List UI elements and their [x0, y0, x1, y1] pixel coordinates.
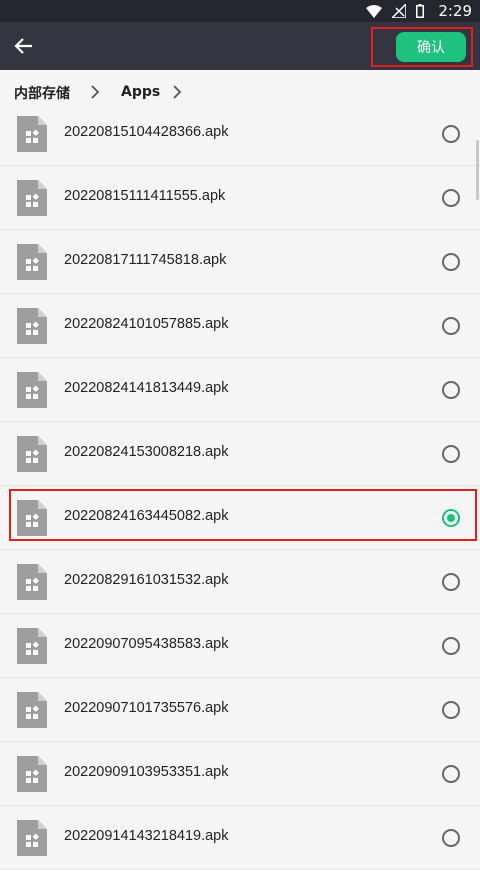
file-row[interactable]: 20220824101057885.apk [0, 294, 480, 358]
file-row[interactable]: 20220914143218419.apk [0, 806, 480, 870]
file-name: 20220914143218419.apk [64, 828, 229, 844]
select-radio[interactable] [442, 381, 460, 399]
selected-row-highlight-box [9, 489, 477, 541]
file-name: 20220829161031532.apk [64, 572, 229, 588]
apk-file-icon [17, 820, 47, 856]
select-radio[interactable] [442, 125, 460, 143]
file-row[interactable]: 20220829161031532.apk [0, 550, 480, 614]
file-name: 20220824101057885.apk [64, 316, 229, 332]
select-radio[interactable] [442, 829, 460, 847]
apk-file-icon [17, 308, 47, 344]
no-signal-icon [392, 4, 406, 18]
select-radio[interactable] [442, 573, 460, 591]
status-icons [366, 4, 424, 18]
apk-file-icon [17, 372, 47, 408]
file-row[interactable]: 20220815104428366.apk [0, 102, 480, 166]
arrow-left-icon [14, 38, 32, 54]
breadcrumb-current[interactable]: Apps [121, 84, 160, 100]
back-button[interactable] [10, 32, 38, 60]
file-name: 20220824153008218.apk [64, 444, 229, 460]
confirm-highlight-box [371, 27, 473, 67]
file-row[interactable]: 20220909103953351.apk [0, 742, 480, 806]
chevron-right-icon [173, 85, 182, 99]
file-name: 20220815111411555.apk [64, 188, 226, 204]
select-radio[interactable] [442, 765, 460, 783]
status-time: 2:29 [438, 2, 472, 20]
status-bar: 2:29 [0, 0, 480, 22]
file-name: 20220907095438583.apk [64, 636, 229, 652]
breadcrumb-root[interactable]: 内部存储 [14, 83, 70, 103]
apk-file-icon [17, 692, 47, 728]
scrollbar-thumb[interactable] [476, 140, 479, 200]
file-row[interactable]: 20220907095438583.apk [0, 614, 480, 678]
select-radio[interactable] [442, 637, 460, 655]
file-row[interactable]: 20220824141813449.apk [0, 358, 480, 422]
apk-file-icon [17, 756, 47, 792]
file-name: 20220817111745818.apk [64, 252, 227, 268]
apk-file-icon [17, 116, 47, 152]
file-name: 20220824141813449.apk [64, 380, 229, 396]
file-name: 20220907101735576.apk [64, 700, 229, 716]
file-row[interactable]: 20220815111411555.apk [0, 166, 480, 230]
select-radio[interactable] [442, 445, 460, 463]
select-radio[interactable] [442, 189, 460, 207]
select-radio[interactable] [442, 317, 460, 335]
file-row[interactable]: 20220824153008218.apk [0, 422, 480, 486]
battery-icon [416, 4, 424, 18]
file-row[interactable]: 20220907101735576.apk [0, 678, 480, 742]
chevron-right-icon [91, 85, 100, 99]
wifi-icon [366, 4, 382, 18]
apk-file-icon [17, 436, 47, 472]
file-row[interactable]: 20220817111745818.apk [0, 230, 480, 294]
file-name: 20220815104428366.apk [64, 124, 229, 140]
apk-file-icon [17, 628, 47, 664]
select-radio[interactable] [442, 253, 460, 271]
file-name: 20220909103953351.apk [64, 764, 229, 780]
apk-file-icon [17, 564, 47, 600]
apk-file-icon [17, 180, 47, 216]
select-radio[interactable] [442, 701, 460, 719]
apk-file-icon [17, 244, 47, 280]
